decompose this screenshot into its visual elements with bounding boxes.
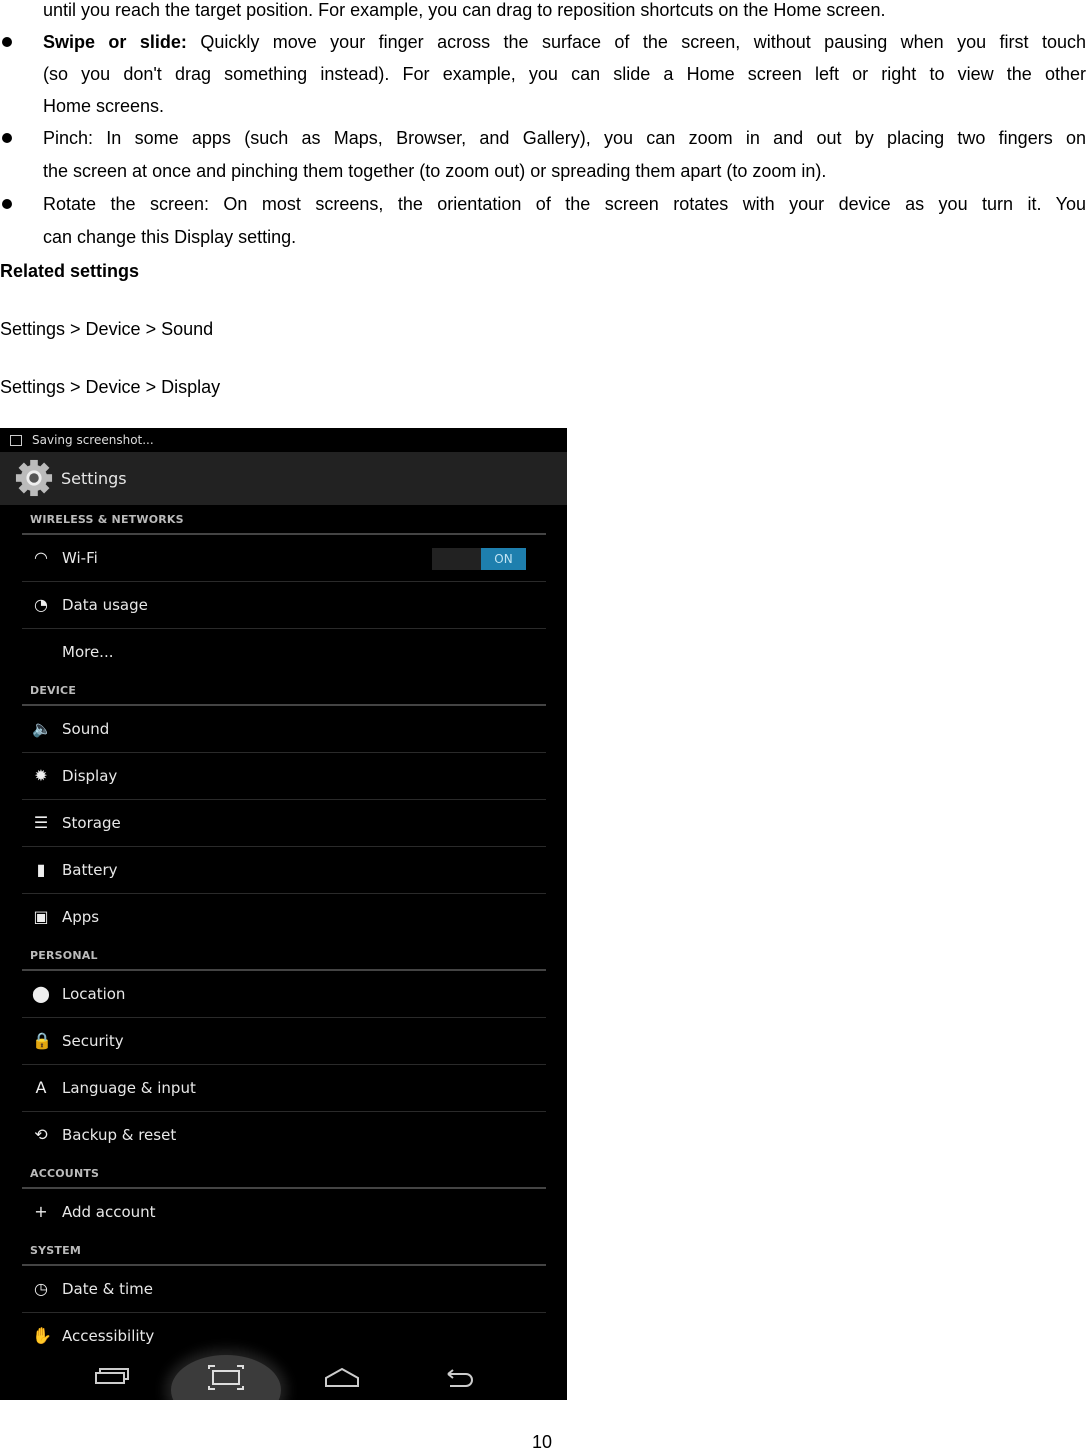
settings-item-label: Date & time bbox=[62, 1280, 153, 1298]
recent-apps-icon[interactable] bbox=[82, 1355, 142, 1400]
navigation-bar bbox=[0, 1355, 567, 1400]
status-text: Saving screenshot... bbox=[32, 433, 154, 447]
location-pin-icon: ⬤ bbox=[32, 984, 50, 1003]
speaker-icon: 🔈 bbox=[32, 719, 52, 738]
settings-item-label: Apps bbox=[62, 908, 100, 926]
settings-item-label: Display bbox=[62, 767, 118, 785]
settings-item-label: Sound bbox=[62, 720, 110, 738]
settings-screenshot: Saving screenshot... Settings WIRELESS &… bbox=[0, 428, 567, 1400]
body-text-line: until you reach the target position. For… bbox=[43, 0, 886, 20]
language-icon: A bbox=[35, 1078, 47, 1097]
swipe-term: Swipe or slide: bbox=[43, 32, 187, 52]
related-settings-heading: Related settings bbox=[0, 261, 140, 281]
apps-icon: ▣ bbox=[33, 907, 49, 926]
settings-list: WIRELESS & NETWORKS ◠ Wi-Fi ON ◔ Data usage Mo… bbox=[0, 505, 567, 1360]
rotate-paragraph-line: can change this Display setting. bbox=[43, 227, 297, 247]
data-usage-icon: ◔ bbox=[34, 595, 48, 614]
settings-item-accessibility[interactable]: ✋ Accessibility bbox=[22, 1313, 546, 1360]
bullet bbox=[2, 37, 12, 47]
section-header-label: PERSONAL bbox=[30, 949, 98, 962]
settings-item-label: Location bbox=[62, 985, 126, 1003]
toggle-state: ON bbox=[481, 548, 526, 570]
section-header: WIRELESS & NETWORKS bbox=[22, 505, 546, 535]
swipe-paragraph-line: Home screens. bbox=[43, 96, 165, 116]
settings-item-label: Language & input bbox=[62, 1079, 196, 1097]
related-setting-link: Settings > Device > Display bbox=[0, 377, 221, 397]
section-header: SYSTEM bbox=[22, 1236, 546, 1266]
action-bar: Settings bbox=[0, 452, 567, 505]
battery-icon: ▮ bbox=[36, 860, 46, 879]
swipe-text: Quickly move your finger across the surf… bbox=[200, 32, 1087, 52]
home-icon[interactable] bbox=[312, 1355, 372, 1400]
hand-icon: ✋ bbox=[32, 1326, 52, 1345]
bullet bbox=[2, 133, 12, 143]
page-number: 10 bbox=[532, 1432, 553, 1452]
settings-gear-icon bbox=[15, 459, 53, 497]
settings-item-date-time[interactable]: ◷ Date & time bbox=[22, 1266, 546, 1313]
settings-item-security[interactable]: 🔒 Security bbox=[22, 1018, 546, 1065]
settings-item-location[interactable]: ⬤ Location bbox=[22, 971, 546, 1018]
lock-icon: 🔒 bbox=[32, 1031, 52, 1050]
settings-item-label: Add account bbox=[62, 1203, 156, 1221]
pinch-paragraph-line: the screen at once and pinching them tog… bbox=[43, 161, 827, 181]
bullet bbox=[2, 199, 12, 209]
swipe-paragraph-line: (so you don't drag something instead). F… bbox=[43, 64, 1086, 84]
section-header-label: DEVICE bbox=[30, 684, 77, 697]
section-header-label: WIRELESS & NETWORKS bbox=[30, 513, 184, 526]
swipe-paragraph-line: Swipe or slide: Quickly move your finger… bbox=[43, 26, 1086, 58]
status-bar: Saving screenshot... bbox=[0, 428, 567, 452]
back-icon[interactable] bbox=[428, 1355, 488, 1400]
settings-item-apps[interactable]: ▣ Apps bbox=[22, 894, 546, 941]
section-header: ACCOUNTS bbox=[22, 1159, 546, 1189]
settings-item-label: Wi-Fi bbox=[62, 549, 98, 567]
brightness-icon: ✹ bbox=[34, 766, 48, 785]
settings-item-wi-fi[interactable]: ◠ Wi-Fi ON bbox=[22, 535, 546, 582]
settings-item-add-account[interactable]: + Add account bbox=[22, 1189, 546, 1236]
wifi-icon: ◠ bbox=[34, 548, 48, 567]
settings-item-label: Security bbox=[62, 1032, 124, 1050]
storage-icon: ☰ bbox=[33, 813, 49, 832]
section-header-label: SYSTEM bbox=[30, 1244, 81, 1257]
settings-item-battery[interactable]: ▮ Battery bbox=[22, 847, 546, 894]
settings-item-label: Accessibility bbox=[62, 1327, 155, 1345]
settings-item-sound[interactable]: 🔈 Sound bbox=[22, 706, 546, 753]
rotate-paragraph-line: Rotate the screen: On most screens, the … bbox=[43, 194, 1086, 214]
section-header: DEVICE bbox=[22, 676, 546, 706]
settings-item-language-input[interactable]: A Language & input bbox=[22, 1065, 546, 1112]
app-title: Settings bbox=[61, 469, 127, 488]
backup-icon: ⟲ bbox=[34, 1125, 48, 1144]
settings-item-display[interactable]: ✹ Display bbox=[22, 753, 546, 800]
section-header: PERSONAL bbox=[22, 941, 546, 971]
settings-item-data-usage[interactable]: ◔ Data usage bbox=[22, 582, 546, 629]
settings-item-label: More... bbox=[62, 643, 114, 661]
settings-item-label: Battery bbox=[62, 861, 118, 879]
screenshot-icon[interactable] bbox=[196, 1355, 256, 1400]
plus-icon: + bbox=[34, 1202, 48, 1221]
related-setting-link: Settings > Device > Sound bbox=[0, 319, 214, 339]
image-icon bbox=[10, 435, 22, 446]
settings-item-more[interactable]: More... bbox=[22, 629, 546, 676]
pinch-paragraph-line: Pinch: In some apps (such as Maps, Brows… bbox=[43, 128, 1086, 148]
settings-item-label: Data usage bbox=[62, 596, 148, 614]
wifi-toggle[interactable]: ON bbox=[432, 548, 526, 570]
settings-item-backup-reset[interactable]: ⟲ Backup & reset bbox=[22, 1112, 546, 1159]
settings-item-label: Backup & reset bbox=[62, 1126, 177, 1144]
clock-icon: ◷ bbox=[34, 1279, 48, 1298]
section-header-label: ACCOUNTS bbox=[30, 1167, 100, 1180]
settings-item-storage[interactable]: ☰ Storage bbox=[22, 800, 546, 847]
settings-item-label: Storage bbox=[62, 814, 121, 832]
